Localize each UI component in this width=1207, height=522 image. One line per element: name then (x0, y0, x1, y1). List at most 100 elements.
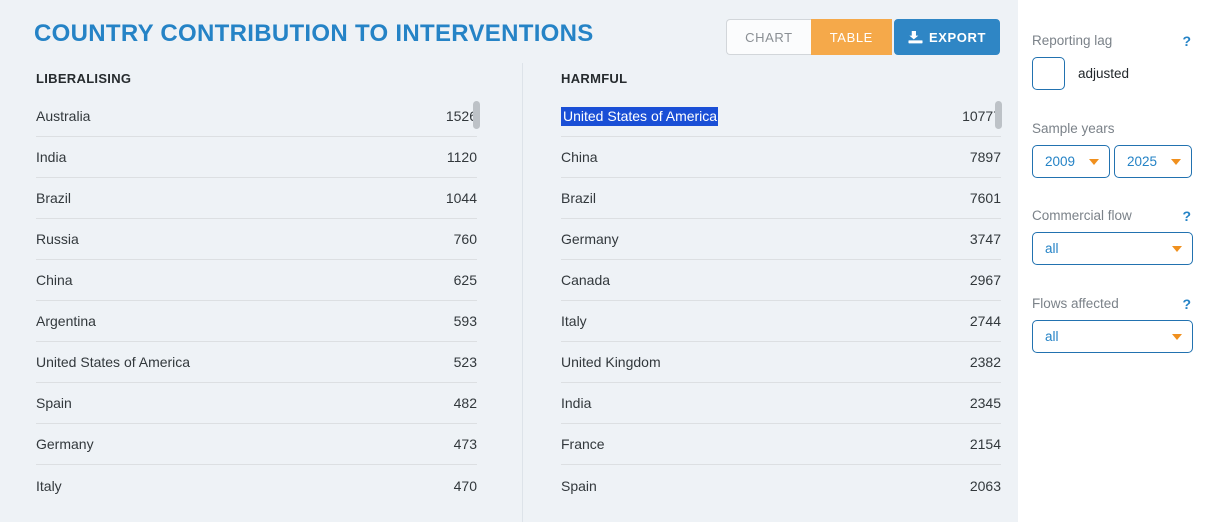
row-country-name: Germany (36, 436, 94, 452)
table-row[interactable]: France2154 (561, 424, 1001, 465)
harmful-scrollbar-thumb[interactable] (995, 101, 1002, 129)
sample-year-from-select[interactable]: 2009 (1032, 145, 1110, 178)
row-country-name: France (561, 436, 605, 452)
export-download-icon (908, 30, 923, 45)
table-row[interactable]: Spain 482 (36, 383, 477, 424)
flows-affected-field: Flows affected ? all (1032, 296, 1207, 353)
harmful-column-header: HARMFUL (561, 63, 1000, 96)
row-intervention-count: 482 (454, 395, 477, 411)
row-intervention-count: 470 (454, 478, 477, 494)
flows-affected-label: Flows affected (1032, 296, 1119, 311)
row-country-name: Spain (36, 395, 72, 411)
reporting-lag-checkbox-row: adjusted (1032, 57, 1207, 90)
row-country-name: India (36, 149, 66, 165)
table-row[interactable]: Argentina 593 (36, 301, 477, 342)
row-country-name: China (561, 149, 598, 165)
chevron-down-icon (1172, 334, 1182, 340)
table-row[interactable]: Russia760 (36, 219, 477, 260)
table-row[interactable]: India 1120 (36, 137, 477, 178)
row-intervention-count: 1044 (446, 190, 477, 206)
row-intervention-count: 2967 (970, 272, 1001, 288)
table-row[interactable]: China 625 (36, 260, 477, 301)
app-root: COUNTRY CONTRIBUTION TO INTERVENTIONS CH… (0, 0, 1207, 522)
table-row[interactable]: Germany3747 (561, 219, 1001, 260)
commercial-flow-label-row: Commercial flow ? (1032, 208, 1193, 223)
liberalising-column-header: LIBERALISING (36, 63, 508, 96)
table-row[interactable]: Australia1526 (36, 96, 477, 137)
table-row[interactable]: Italy 2744 (561, 301, 1001, 342)
row-country-name: Italy (561, 313, 587, 329)
table-row[interactable]: China 7897 (561, 137, 1001, 178)
row-country-name: Argentina (36, 313, 96, 329)
commercial-flow-select[interactable]: all (1032, 232, 1193, 265)
row-country-name: United States of America (36, 354, 190, 370)
row-intervention-count: 2382 (970, 354, 1001, 370)
row-intervention-count: 3747 (970, 231, 1001, 247)
commercial-flow-help-icon[interactable]: ? (1182, 209, 1193, 223)
sample-years-label-row: Sample years (1032, 121, 1193, 136)
sample-year-from-value: 2009 (1045, 154, 1075, 169)
row-country-name: India (561, 395, 591, 411)
row-country-name: Australia (36, 108, 90, 124)
reporting-lag-field: Reporting lag ? adjusted (1032, 33, 1207, 90)
flows-affected-select[interactable]: all (1032, 320, 1193, 353)
row-country-name: United Kingdom (561, 354, 661, 370)
table-view-button[interactable]: TABLE (811, 19, 892, 55)
table-row[interactable]: Brazil 1044 (36, 178, 477, 219)
table-row[interactable]: United Kingdom 2382 (561, 342, 1001, 383)
table-row[interactable]: Germany 473 (36, 424, 477, 465)
flows-affected-help-icon[interactable]: ? (1182, 297, 1193, 311)
row-intervention-count: 7897 (970, 149, 1001, 165)
row-intervention-count: 473 (454, 436, 477, 452)
reporting-lag-label: Reporting lag (1032, 33, 1112, 48)
table-row[interactable]: United States of America10777 (561, 96, 1001, 137)
row-intervention-count: 625 (454, 272, 477, 288)
liberalising-list: Australia1526 India 1120 Brazil 1044 Russia76… (36, 96, 477, 506)
table-row[interactable]: Brazil7601 (561, 178, 1001, 219)
reporting-lag-help-icon[interactable]: ? (1182, 34, 1193, 48)
chevron-down-icon (1171, 159, 1181, 165)
row-country-name: Spain (561, 478, 597, 494)
row-intervention-count: 1120 (447, 149, 477, 165)
row-country-name: United States of America (561, 107, 718, 126)
liberalising-column: LIBERALISING Australia1526 India 1120 Brazi… (0, 63, 522, 522)
table-row[interactable]: Canada 2967 (561, 260, 1001, 301)
chart-view-button[interactable]: CHART (726, 19, 811, 55)
flows-affected-label-row: Flows affected ? (1032, 296, 1193, 311)
reporting-lag-label-row: Reporting lag ? (1032, 33, 1193, 48)
sample-year-to-value: 2025 (1127, 154, 1157, 169)
row-country-name: Italy (36, 478, 62, 494)
table-row[interactable]: United States of America523 (36, 342, 477, 383)
commercial-flow-label: Commercial flow (1032, 208, 1132, 223)
harmful-list: United States of America10777 China 7897 Br… (561, 96, 1001, 506)
filters-sidebar: Reporting lag ? adjusted Sample years 20… (1018, 0, 1207, 522)
row-intervention-count: 593 (454, 313, 477, 329)
table-row[interactable]: Italy 470 (36, 465, 477, 506)
tables-container: LIBERALISING Australia1526 India 1120 Brazi… (0, 63, 1018, 522)
flows-affected-value: all (1045, 329, 1059, 344)
row-country-name: China (36, 272, 73, 288)
sample-year-to-select[interactable]: 2025 (1114, 145, 1192, 178)
export-button-label: EXPORT (929, 30, 986, 45)
sample-years-row: 2009 2025 (1032, 145, 1207, 178)
row-intervention-count: 2063 (970, 478, 1001, 494)
sample-years-label: Sample years (1032, 121, 1115, 136)
export-button[interactable]: EXPORT (894, 19, 1000, 55)
table-row[interactable]: India 2345 (561, 383, 1001, 424)
sample-years-field: Sample years 2009 2025 (1032, 121, 1207, 178)
liberalising-scrollbar-thumb[interactable] (473, 101, 480, 129)
row-intervention-count: 2744 (970, 313, 1001, 329)
row-intervention-count: 2345 (970, 395, 1001, 411)
reporting-lag-adjusted-label: adjusted (1078, 66, 1129, 81)
row-country-name: Brazil (36, 190, 71, 206)
row-country-name: Canada (561, 272, 610, 288)
commercial-flow-value: all (1045, 241, 1059, 256)
reporting-lag-adjusted-checkbox[interactable] (1032, 57, 1065, 90)
page-title: COUNTRY CONTRIBUTION TO INTERVENTIONS (34, 20, 594, 48)
main-panel: COUNTRY CONTRIBUTION TO INTERVENTIONS CH… (0, 0, 1018, 522)
row-country-name: Russia (36, 231, 79, 247)
view-toggle-button-group: CHART TABLE EXPORT (726, 19, 1000, 55)
commercial-flow-field: Commercial flow ? all (1032, 208, 1207, 265)
table-row[interactable]: Spain 2063 (561, 465, 1001, 506)
row-country-name: Brazil (561, 190, 596, 206)
